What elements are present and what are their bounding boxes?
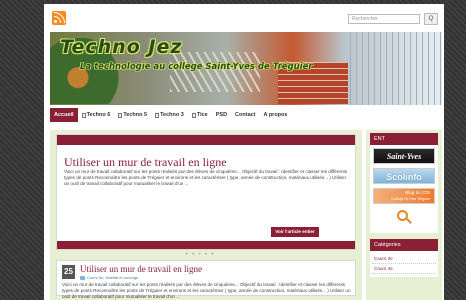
nav-item-techno-6[interactable]: Techno 6 [78,108,115,122]
nav-item-techno-3[interactable]: Techno 3 [151,108,188,122]
top-bar: Rechercher Q [44,4,444,32]
bridge-model-image [170,52,260,92]
categories-widget-title: Catégories [370,239,438,251]
ent-widget-title: ENT [370,133,438,145]
slider-pagination[interactable]: ● ● ● ● ● [50,251,350,257]
page-icon [118,112,123,118]
folder-icon [80,275,85,280]
nav-item-psd[interactable]: PSD [212,108,231,122]
scolinfo-logo[interactable]: Scolinfo [373,168,435,184]
page-icon [191,112,196,118]
nav-item-techno-5[interactable]: Techno 5 [114,108,151,122]
post-meta-text[interactable]: Cours 5e, Habitat et ouvrage [87,275,138,280]
categories-widget-body: Cours 3e Cours 4e [370,251,438,277]
nav-item-accueil[interactable]: Accueil [50,108,78,122]
page-icon [155,112,160,118]
cdi-blog-sublabel: Collège St Yves Tréguier [391,197,430,201]
featured-slider: Utiliser un mur de travail en ligne Voic… [56,134,356,250]
read-more-button[interactable]: Voir l'article entier [271,227,319,237]
category-link[interactable]: Cours 3e [372,254,436,264]
site-title[interactable]: Techno Jez [60,36,182,58]
post-excerpt: Voici un mur de travail collaboratif sur… [62,282,351,300]
slider-bottom-bar [57,241,355,249]
rss-icon[interactable] [52,11,66,25]
nav-label: Accueil [54,112,74,118]
nav-item-tice[interactable]: Tice [188,108,212,122]
nav-label: Contact [235,112,256,118]
slide-excerpt: Voici un mur de travail collaboratif sur… [64,169,348,187]
nav-label: PSD [215,112,228,118]
post-categories[interactable]: Cours 5e, Habitat et ouvrage [80,275,138,280]
magnifier-icon[interactable] [373,208,435,226]
ent-widget-body: Saint-Yves Scolinfo Blog du CDI Collège … [370,145,438,233]
nav-label: A propos [263,112,288,118]
main-content: Utiliser un mur de travail en ligne Voic… [50,130,362,300]
search-button[interactable]: Q [424,13,438,25]
cdi-blog-label: Blog du CDI [405,190,430,195]
nav-label: Techno 6 [86,112,111,118]
nav-label: Techno 5 [123,112,148,118]
site-subtitle: La technologie au collège Saint-Yves de … [80,62,313,72]
bridge-cables-image [350,32,442,105]
category-link[interactable]: Cours 4e [372,264,436,274]
slide-title[interactable]: Utiliser un mur de travail en ligne [64,155,227,170]
slider-top-bar [57,135,355,145]
page: Rechercher Q Techno Jez La technologie a… [44,4,444,300]
post-title[interactable]: Utiliser un mur de travail en ligne [80,264,202,274]
search-input[interactable]: Rechercher [348,14,420,24]
post-date-badge: 25 [62,265,75,279]
post-item: 25 Utiliser un mur de travail en ligne C… [56,260,356,299]
nav-label: Techno 3 [160,112,184,118]
nav-item-contact[interactable]: Contact [231,108,259,122]
header-banner[interactable]: Techno Jez La technologie au collège Sai… [50,32,442,105]
page-icon [81,112,86,118]
saint-yves-logo[interactable]: Saint-Yves [373,148,435,164]
cdi-blog-logo[interactable]: Blog du CDI Collège St Yves Tréguier [373,188,435,204]
sidebar: ENT Saint-Yves Scolinfo Blog du CDI Coll… [366,130,442,300]
main-navigation: Accueil Techno 6 Techno 5 Techno 3 Tice … [50,108,442,122]
nav-item-a-propos[interactable]: A propos [260,108,292,122]
nav-label: Tice [196,112,208,118]
